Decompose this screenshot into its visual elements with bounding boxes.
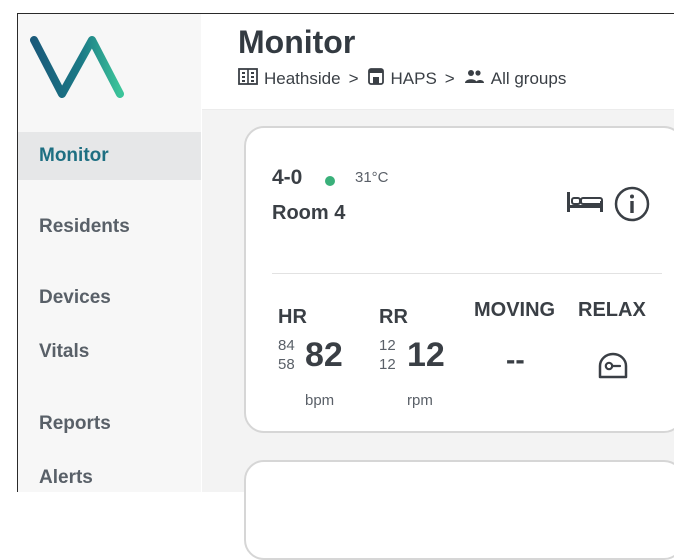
sidebar-item-residents[interactable]: Residents — [18, 203, 201, 251]
brand-logo — [30, 36, 124, 98]
page-title: Monitor — [238, 24, 356, 60]
breadcrumb: Heathside > HAPS > All groups — [238, 67, 566, 90]
relax-icon — [596, 350, 630, 385]
building-icon — [238, 67, 258, 90]
temperature: 31°C — [355, 169, 389, 186]
unit-id: 4-0 — [272, 166, 303, 189]
house-icon — [367, 67, 385, 90]
app-window: Monitor Residents Devices Vitals Reports… — [0, 0, 674, 560]
hr-low: 58 — [278, 356, 295, 373]
monitor-content: 4-0 31°C Room 4 HR 84 58 82 bpm RR 12 12… — [202, 110, 674, 560]
hr-unit: bpm — [305, 392, 335, 409]
rr-range: 12 12 — [379, 336, 396, 374]
sidebar-item-label: Vitals — [39, 341, 90, 362]
rr-label: RR — [379, 306, 408, 328]
rr-value: 12 — [407, 336, 445, 374]
breadcrumb-separator: > — [444, 68, 455, 88]
relax-label: RELAX — [578, 299, 646, 321]
hr-value: 82 — [305, 336, 343, 374]
sidebar-item-label: Devices — [39, 287, 111, 308]
breadcrumb-item-heathside[interactable]: Heathside — [264, 69, 341, 89]
resident-card[interactable]: 4-0 31°C Room 4 HR 84 58 82 bpm RR 12 12… — [244, 126, 674, 433]
breadcrumb-item-all-groups[interactable]: All groups — [491, 69, 567, 89]
sidebar-item-monitor[interactable]: Monitor — [18, 132, 201, 180]
sidebar-item-label: Residents — [39, 216, 130, 237]
sidebar-item-reports[interactable]: Reports — [18, 400, 201, 448]
main-panel: Monitor Heathside > HAPS > All groups 4-… — [202, 14, 674, 560]
sidebar-item-alerts[interactable]: Alerts — [18, 454, 201, 502]
breadcrumb-separator: > — [348, 68, 359, 88]
resident-card[interactable] — [244, 460, 674, 560]
info-icon[interactable] — [614, 186, 650, 227]
page-header: Monitor Heathside > HAPS > All groups — [202, 14, 674, 110]
room-name: Room 4 — [272, 202, 346, 224]
sidebar-item-label: Monitor — [39, 145, 109, 166]
card-divider — [272, 273, 662, 274]
rr-low: 12 — [379, 356, 396, 373]
hr-range: 84 58 — [278, 336, 295, 374]
moving-label: MOVING — [474, 299, 556, 321]
sidebar-item-label: Reports — [39, 413, 111, 434]
rr-high: 12 — [379, 337, 396, 354]
hr-high: 84 — [278, 337, 295, 354]
sidebar: Monitor Residents Devices Vitals Reports… — [18, 14, 201, 492]
status-dot — [325, 176, 335, 186]
rr-unit: rpm — [407, 392, 433, 409]
sidebar-item-label: Alerts — [39, 467, 93, 488]
sidebar-item-devices[interactable]: Devices — [18, 274, 201, 322]
sidebar-item-vitals[interactable]: Vitals — [18, 328, 201, 376]
moving-value: -- — [506, 344, 525, 375]
hr-label: HR — [278, 306, 307, 328]
bed-icon[interactable] — [566, 190, 604, 219]
group-icon — [463, 68, 485, 89]
breadcrumb-item-haps[interactable]: HAPS — [391, 69, 437, 89]
